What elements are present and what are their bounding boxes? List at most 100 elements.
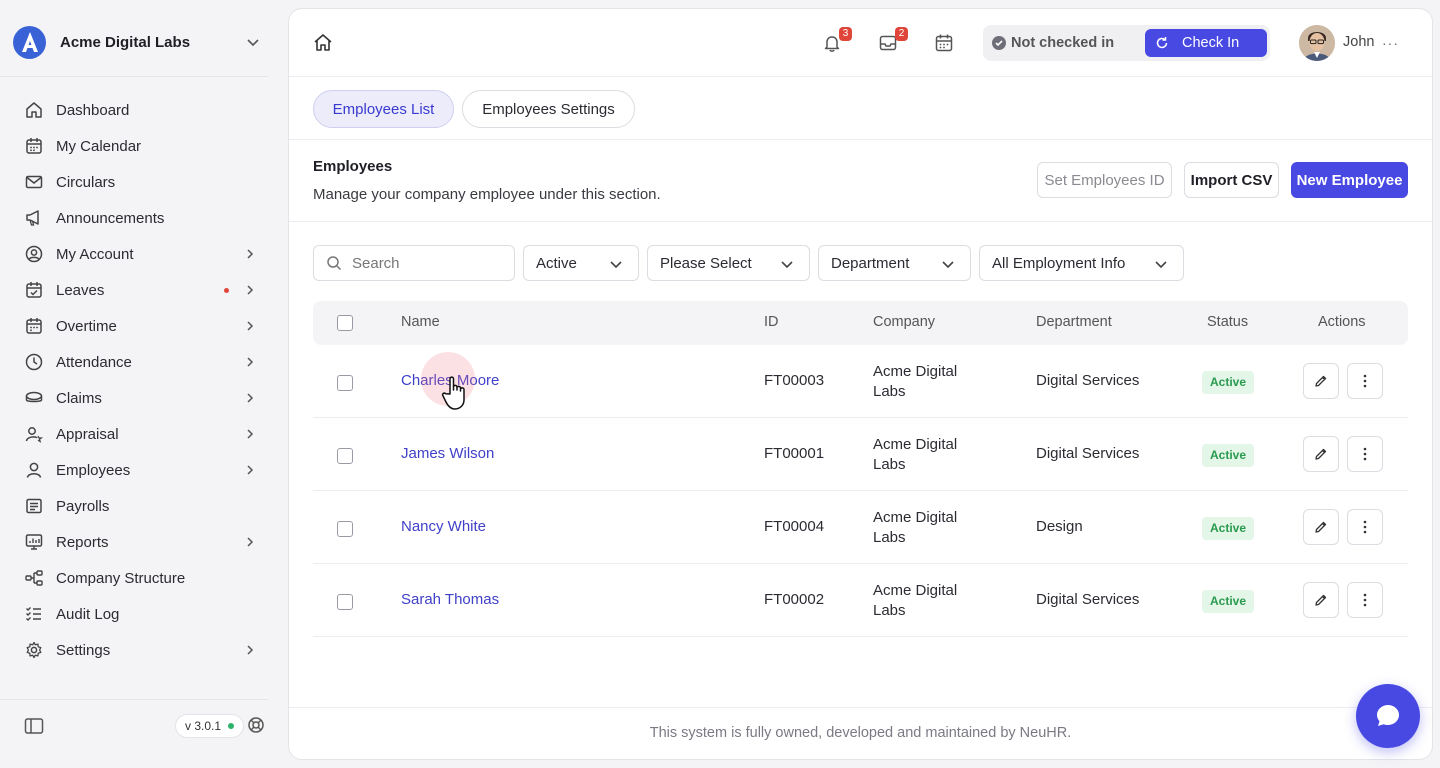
org-name: Acme Digital Labs xyxy=(60,33,191,51)
chevron-right-icon xyxy=(247,285,254,295)
employee-id: FT00002 xyxy=(764,591,825,608)
select-all-checkbox[interactable] xyxy=(337,315,353,331)
chevron-right-icon xyxy=(247,321,254,331)
table-header: Name ID Company Department Status Action… xyxy=(313,301,1408,345)
coins-icon xyxy=(24,388,44,408)
chevron-right-icon xyxy=(247,645,254,655)
sidebar-item-label: Audit Log xyxy=(56,605,120,623)
sidebar-item-label: My Calendar xyxy=(56,137,142,155)
employee-name-link[interactable]: James Wilson xyxy=(401,445,494,462)
sidebar-item-appraisal[interactable]: Appraisal xyxy=(24,416,264,452)
sidebar-item-payrolls[interactable]: Payrolls xyxy=(24,488,264,524)
row-checkbox[interactable] xyxy=(337,521,353,537)
chevron-down-icon[interactable] xyxy=(245,34,261,50)
row-checkbox[interactable] xyxy=(337,375,353,391)
sidebar-toggle-icon[interactable] xyxy=(24,716,44,736)
employee-id: FT00003 xyxy=(764,372,825,389)
notifications-button[interactable]: 3 xyxy=(822,27,852,55)
more-icon[interactable]: ··· xyxy=(1382,35,1399,51)
org-switcher[interactable]: Acme Digital Labs xyxy=(13,25,269,59)
org-logo xyxy=(13,25,46,59)
sidebar-item-circulars[interactable]: Circulars xyxy=(24,164,264,200)
message-count-badge: 2 xyxy=(895,27,908,41)
lifebuoy-icon[interactable] xyxy=(247,716,265,734)
search-input[interactable] xyxy=(352,254,492,272)
hand-cursor-icon xyxy=(441,376,465,410)
employment-filter-select[interactable]: All Employment Info xyxy=(979,245,1184,281)
row-checkbox[interactable] xyxy=(337,448,353,464)
avatar[interactable] xyxy=(1299,25,1335,61)
calendar-clock-icon xyxy=(24,316,44,336)
notification-dot xyxy=(224,288,229,293)
user-star-icon xyxy=(24,424,44,444)
employee-name-link[interactable]: Nancy White xyxy=(401,518,486,535)
more-actions-button[interactable] xyxy=(1347,436,1383,472)
employee-department: Digital Services xyxy=(1036,445,1140,462)
sidebar-item-settings[interactable]: Settings xyxy=(24,632,264,668)
sidebar-item-employees[interactable]: Employees xyxy=(24,452,264,488)
column-header-actions: Actions xyxy=(1318,314,1366,330)
calendar-button[interactable] xyxy=(934,33,956,55)
sidebar-item-reports[interactable]: Reports xyxy=(24,524,264,560)
more-actions-button[interactable] xyxy=(1347,509,1383,545)
page-description: Manage your company employee under this … xyxy=(313,186,661,203)
sidebar-item-label: Company Structure xyxy=(56,569,186,587)
edit-button[interactable] xyxy=(1303,509,1339,545)
messages-button[interactable]: 2 xyxy=(878,27,908,55)
company-line: Labs xyxy=(873,602,906,619)
more-actions-button[interactable] xyxy=(1347,582,1383,618)
edit-button[interactable] xyxy=(1303,582,1339,618)
sidebar-item-label: Overtime xyxy=(56,317,117,335)
search-field[interactable] xyxy=(313,245,515,281)
column-header-name[interactable]: Name xyxy=(401,314,440,330)
megaphone-icon xyxy=(24,208,44,228)
user-name[interactable]: John xyxy=(1343,34,1374,50)
home-icon[interactable] xyxy=(313,33,333,53)
set-employees-id-button[interactable]: Set Employees ID xyxy=(1037,162,1172,198)
pencil-icon xyxy=(1315,448,1327,460)
sidebar-item-label: My Account xyxy=(56,245,134,263)
company-line: Acme Digital xyxy=(873,363,958,380)
column-header-company[interactable]: Company xyxy=(873,314,935,330)
footer: This system is fully owned, developed an… xyxy=(289,707,1432,759)
sidebar-item-announcements[interactable]: Announcements xyxy=(24,200,264,236)
sidebar-item-claims[interactable]: Claims xyxy=(24,380,264,416)
company-line: Labs xyxy=(873,529,906,546)
sidebar-item-overtime[interactable]: Overtime xyxy=(24,308,264,344)
sidebar-item-my-calendar[interactable]: My Calendar xyxy=(24,128,264,164)
import-csv-button[interactable]: Import CSV xyxy=(1184,162,1279,198)
table-row: James Wilson FT00001 Acme Digital Labs Di… xyxy=(313,418,1408,491)
pencil-icon xyxy=(1315,375,1327,387)
status-filter-select[interactable]: Active xyxy=(523,245,639,281)
tabs: Employees List Employees Settings xyxy=(289,78,1432,140)
tab-employees-settings[interactable]: Employees Settings xyxy=(462,90,635,128)
sidebar-item-audit-log[interactable]: Audit Log xyxy=(24,596,264,632)
column-header-id[interactable]: ID xyxy=(764,314,779,330)
chevron-right-icon xyxy=(247,357,254,367)
tab-employees-list[interactable]: Employees List xyxy=(313,90,454,128)
row-checkbox[interactable] xyxy=(337,594,353,610)
edit-button[interactable] xyxy=(1303,363,1339,399)
sidebar-item-leaves[interactable]: Leaves xyxy=(24,272,264,308)
employee-name-link[interactable]: Sarah Thomas xyxy=(401,591,499,608)
sidebar-item-label: Attendance xyxy=(56,353,132,371)
sidebar-item-label: Employees xyxy=(56,461,131,479)
sidebar-item-dashboard[interactable]: Dashboard xyxy=(24,92,264,128)
sidebar-item-attendance[interactable]: Attendance xyxy=(24,344,264,380)
button-label: Set Employees ID xyxy=(1044,171,1165,189)
check-in-button[interactable]: Check In xyxy=(1145,29,1267,57)
new-employee-button[interactable]: New Employee xyxy=(1291,162,1408,198)
edit-button[interactable] xyxy=(1303,436,1339,472)
search-icon xyxy=(327,256,342,271)
chat-bubble-icon xyxy=(1377,705,1399,726)
generic-filter-select[interactable]: Please Select xyxy=(647,245,810,281)
sidebar-item-my-account[interactable]: My Account xyxy=(24,236,264,272)
chevron-down-icon xyxy=(942,261,954,269)
department-filter-select[interactable]: Department xyxy=(818,245,971,281)
clock-icon xyxy=(24,352,44,372)
sidebar-item-company-structure[interactable]: Company Structure xyxy=(24,560,264,596)
more-actions-button[interactable] xyxy=(1347,363,1383,399)
column-header-department[interactable]: Department xyxy=(1036,314,1112,330)
chat-button[interactable] xyxy=(1356,684,1420,748)
pencil-icon xyxy=(1315,521,1327,533)
